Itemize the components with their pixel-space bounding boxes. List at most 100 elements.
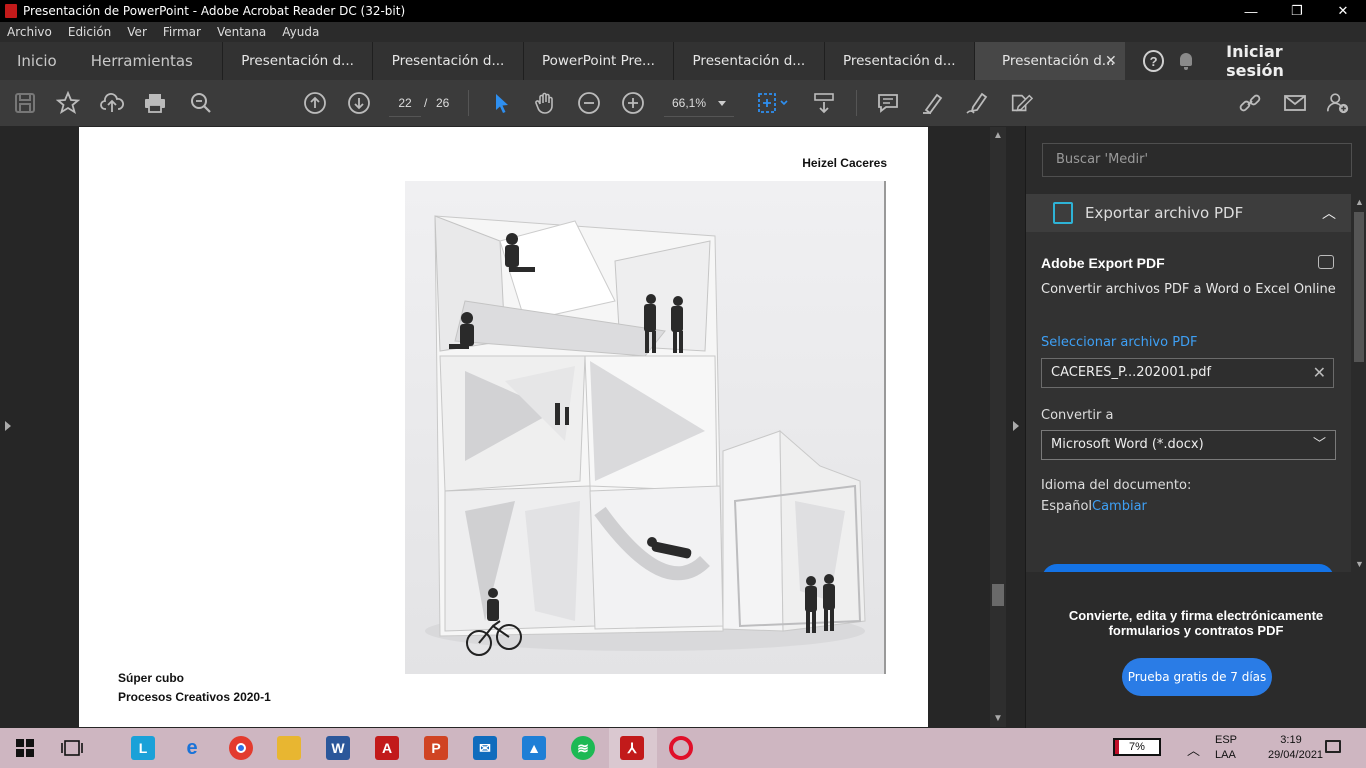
show-hidden-icons-icon[interactable]: ︿ bbox=[1187, 740, 1200, 759]
zoom-out-icon[interactable] bbox=[577, 91, 601, 115]
autocad-icon[interactable]: A bbox=[375, 736, 399, 760]
panel-title: Adobe Export PDF bbox=[1041, 255, 1165, 271]
menu-ayuda[interactable]: Ayuda bbox=[282, 25, 319, 39]
convert-format-value: Microsoft Word (*.docx) bbox=[1051, 437, 1204, 452]
page-separator: / bbox=[424, 96, 428, 110]
opera-icon[interactable] bbox=[669, 736, 693, 760]
spotify-icon[interactable]: ≋ bbox=[571, 736, 595, 760]
chrome-icon[interactable] bbox=[229, 736, 253, 760]
convert-button[interactable] bbox=[1042, 564, 1334, 572]
sign-pen-icon[interactable] bbox=[965, 91, 989, 115]
clock-date: 29/04/2021 bbox=[1268, 749, 1324, 761]
scroll-down-icon[interactable]: ▼ bbox=[993, 713, 1003, 724]
windows-start-icon[interactable] bbox=[13, 736, 37, 760]
convert-format-select[interactable]: Microsoft Word (*.docx) ﹀ bbox=[1041, 430, 1336, 460]
selected-file-field[interactable]: CACERES_P...202001.pdf ✕ bbox=[1041, 358, 1334, 388]
select-file-link[interactable]: Seleccionar archivo PDF bbox=[1041, 335, 1198, 350]
previous-page-icon[interactable] bbox=[303, 91, 327, 115]
battery-indicator[interactable]: 7% bbox=[1113, 738, 1161, 756]
chevron-up-icon[interactable]: ︿ bbox=[1322, 203, 1336, 223]
title-bar: Presentación de PowerPoint - Adobe Acrob… bbox=[0, 0, 1366, 22]
save-icon[interactable] bbox=[13, 91, 37, 115]
app-l-icon[interactable]: L bbox=[131, 736, 155, 760]
document-tab[interactable]: Presentación d... bbox=[372, 42, 522, 80]
sign-in-button[interactable]: Iniciar sesión bbox=[1226, 42, 1344, 80]
zoom-in-icon[interactable] bbox=[621, 91, 645, 115]
acrobat-reader-icon[interactable]: ⅄ bbox=[620, 736, 644, 760]
document-tab[interactable]: Presentación d... bbox=[823, 42, 974, 80]
scroll-up-icon[interactable]: ▲ bbox=[993, 130, 1003, 141]
windows-taskbar: L e W A P ✉ ▲ ≋ ⅄ 7% ︿ ESP LAA 3:19 29/0… bbox=[0, 728, 1366, 768]
fit-page-icon[interactable] bbox=[757, 91, 791, 115]
comment-icon[interactable] bbox=[876, 91, 900, 115]
document-tab-active[interactable]: Presentación d... ✕ bbox=[974, 42, 1125, 80]
internet-explorer-icon[interactable]: e bbox=[180, 736, 204, 760]
expand-left-panel-icon[interactable] bbox=[5, 421, 11, 431]
add-user-icon[interactable] bbox=[1326, 91, 1350, 115]
current-page-input[interactable]: 22 bbox=[389, 89, 421, 117]
zoom-search-icon[interactable] bbox=[189, 91, 213, 115]
notifications-bell-icon[interactable] bbox=[1178, 52, 1194, 70]
pane-scrollbar-thumb[interactable] bbox=[1354, 212, 1364, 362]
scroll-mode-icon[interactable] bbox=[812, 91, 836, 115]
maximize-button[interactable]: ❐ bbox=[1274, 0, 1320, 22]
free-trial-button[interactable]: Prueba gratis de 7 días bbox=[1122, 658, 1272, 696]
email-icon[interactable] bbox=[1283, 91, 1307, 115]
file-explorer-icon[interactable] bbox=[277, 736, 301, 760]
scrollbar-thumb[interactable] bbox=[992, 584, 1004, 606]
collapse-right-panel-icon[interactable] bbox=[1013, 421, 1019, 431]
menu-firmar[interactable]: Firmar bbox=[163, 25, 201, 39]
task-view-icon[interactable] bbox=[60, 736, 84, 760]
export-panel-body: Adobe Export PDF Convertir archivos PDF … bbox=[1026, 232, 1351, 572]
menu-edicion[interactable]: Edición bbox=[68, 25, 111, 39]
document-scrollbar[interactable]: ▲ ▼ bbox=[990, 127, 1006, 727]
input-language[interactable]: ESP LAA bbox=[1215, 733, 1237, 763]
hand-tool-icon[interactable] bbox=[533, 91, 557, 115]
scroll-up-icon[interactable]: ▲ bbox=[1355, 197, 1364, 207]
action-center-icon[interactable] bbox=[1325, 740, 1341, 753]
tool-search-input[interactable]: Buscar 'Medir' bbox=[1042, 143, 1352, 177]
convert-to-label: Convertir a bbox=[1041, 408, 1114, 423]
document-tab-label: Presentación d... bbox=[1002, 53, 1115, 69]
menu-ventana[interactable]: Ventana bbox=[217, 25, 266, 39]
word-icon[interactable]: W bbox=[326, 736, 350, 760]
tab-bar-actions: ? Iniciar sesión bbox=[1125, 42, 1366, 80]
scroll-down-icon[interactable]: ▼ bbox=[1355, 559, 1364, 569]
close-window-button[interactable]: ✕ bbox=[1320, 0, 1366, 22]
help-icon[interactable]: ? bbox=[1142, 50, 1165, 72]
zoom-level-select[interactable]: 66,1% bbox=[664, 89, 734, 117]
document-tab[interactable]: PowerPoint Pre... bbox=[522, 42, 673, 80]
upload-cloud-icon[interactable] bbox=[100, 91, 124, 115]
edit-pdf-icon[interactable] bbox=[1009, 91, 1033, 115]
menu-ver[interactable]: Ver bbox=[127, 25, 147, 39]
selected-file-name: CACERES_P...202001.pdf bbox=[1051, 365, 1212, 380]
export-pdf-section-header[interactable]: Exportar archivo PDF ︿ bbox=[1026, 194, 1351, 232]
tab-herramientas[interactable]: Herramientas bbox=[74, 42, 222, 80]
info-icon[interactable] bbox=[1318, 255, 1334, 269]
document-language-label: Idioma del documento: bbox=[1041, 478, 1192, 493]
next-page-icon[interactable] bbox=[347, 91, 371, 115]
change-language-link[interactable]: Cambiar bbox=[1092, 499, 1147, 514]
tab-inicio[interactable]: Inicio bbox=[0, 42, 74, 80]
chevron-down-icon: ﹀ bbox=[1312, 437, 1326, 452]
panel-subtitle: Convertir archivos PDF a Word o Excel On… bbox=[1041, 282, 1336, 297]
bookmark-star-icon[interactable] bbox=[56, 91, 80, 115]
share-link-icon[interactable] bbox=[1238, 91, 1262, 115]
mail-icon[interactable]: ✉ bbox=[473, 736, 497, 760]
menu-archivo[interactable]: Archivo bbox=[7, 25, 52, 39]
toolbar-divider bbox=[468, 90, 469, 116]
powerpoint-icon[interactable]: P bbox=[424, 736, 448, 760]
close-tab-icon[interactable]: ✕ bbox=[1105, 53, 1117, 69]
select-cursor-icon[interactable] bbox=[490, 91, 514, 115]
clock-time: 3:19 bbox=[1280, 734, 1302, 746]
highlight-pen-icon[interactable] bbox=[921, 91, 945, 115]
pane-scrollbar[interactable]: ▲ ▼ bbox=[1351, 194, 1366, 572]
system-clock[interactable]: 3:19 29/04/2021 bbox=[1268, 733, 1324, 763]
document-tab[interactable]: Presentación d... bbox=[221, 42, 372, 80]
print-icon[interactable] bbox=[143, 91, 167, 115]
photos-icon[interactable]: ▲ bbox=[522, 736, 546, 760]
acrobat-app-icon bbox=[5, 4, 17, 18]
minimize-button[interactable]: — bbox=[1228, 0, 1274, 22]
document-tab[interactable]: Presentación d... bbox=[673, 42, 823, 80]
clear-file-icon[interactable]: ✕ bbox=[1313, 359, 1326, 387]
